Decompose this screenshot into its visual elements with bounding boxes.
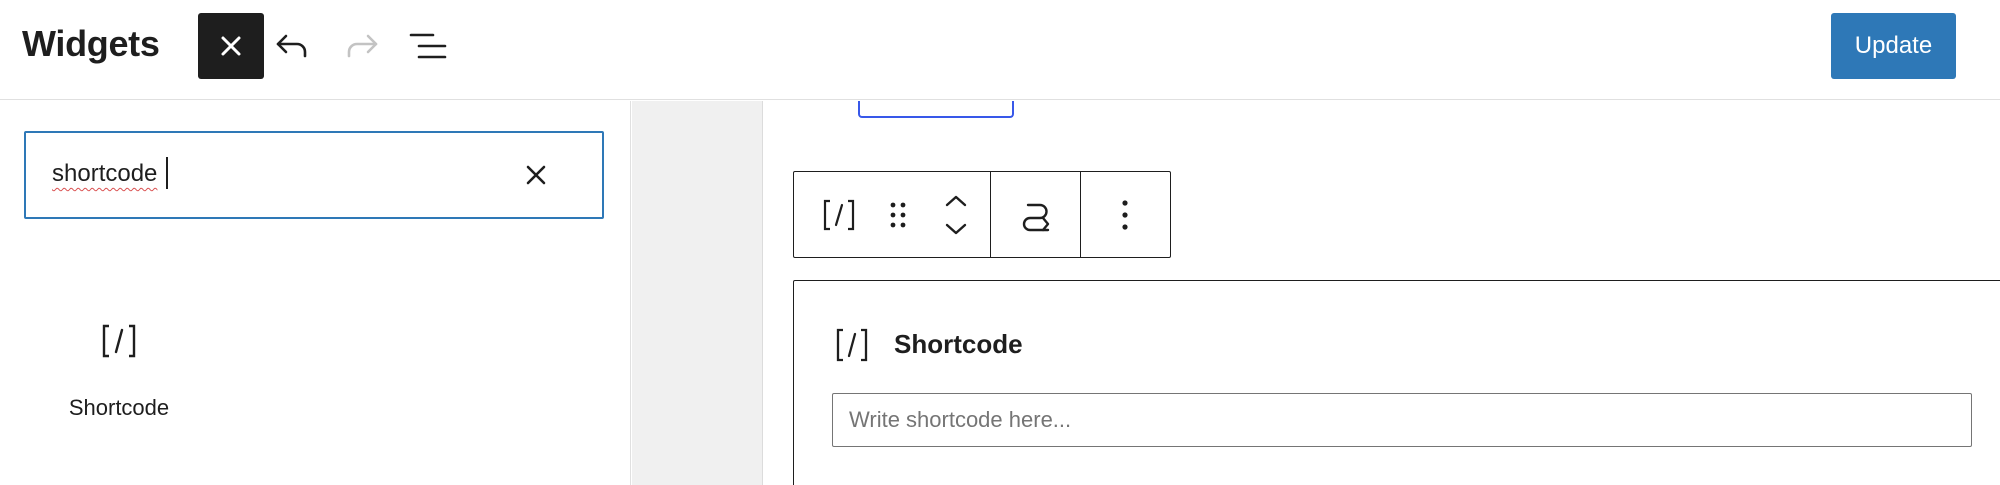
shortcode-block-title: Shortcode [894,329,1023,359]
move-buttons [926,172,986,257]
close-inserter-button[interactable] [198,13,264,79]
search-input-value[interactable]: shortcode [52,160,157,188]
toolbar-group-block [794,172,991,257]
block-type-button[interactable] [794,172,870,257]
transform-button[interactable] [992,172,1080,257]
shortcode-icon [823,199,855,230]
close-icon [221,36,241,56]
inserter-block-item-label: Shortcode [68,395,170,420]
drag-handle[interactable] [870,172,926,257]
shortcode-icon [836,328,868,362]
list-view-button[interactable] [398,13,458,79]
transform-icon [1022,203,1049,231]
clear-search-button[interactable] [514,153,558,197]
inserter-block-item-shortcode[interactable]: Shortcode [40,301,198,441]
block-inserter-panel: shortcode Shortcode [0,101,631,485]
list-view-icon [409,33,447,59]
toolbar-group-options [1081,172,1169,257]
undo-icon [276,34,307,58]
block-toolbar [793,171,1171,258]
more-options-icon [1122,199,1128,230]
page-title: Widgets [22,23,160,64]
drag-handle-icon [890,202,906,227]
editor-header: Widgets Update [0,0,2000,100]
more-options-button[interactable] [1082,172,1168,257]
canvas-gutter [632,101,763,485]
redo-button[interactable] [332,13,392,79]
close-icon [526,165,546,185]
redo-icon [347,34,378,58]
shortcode-block[interactable]: Shortcode [793,280,2000,485]
block-search-input[interactable]: shortcode [24,131,604,219]
text-caret [166,157,168,189]
move-down-icon[interactable] [944,222,968,236]
shortcode-icon [102,324,136,358]
move-up-icon[interactable] [944,194,968,208]
update-button[interactable]: Update [1831,13,1956,79]
shortcode-input[interactable] [832,393,1972,447]
toolbar-group-transform [991,172,1081,257]
undo-button[interactable] [262,13,322,79]
previous-block-outline[interactable] [858,101,1014,118]
